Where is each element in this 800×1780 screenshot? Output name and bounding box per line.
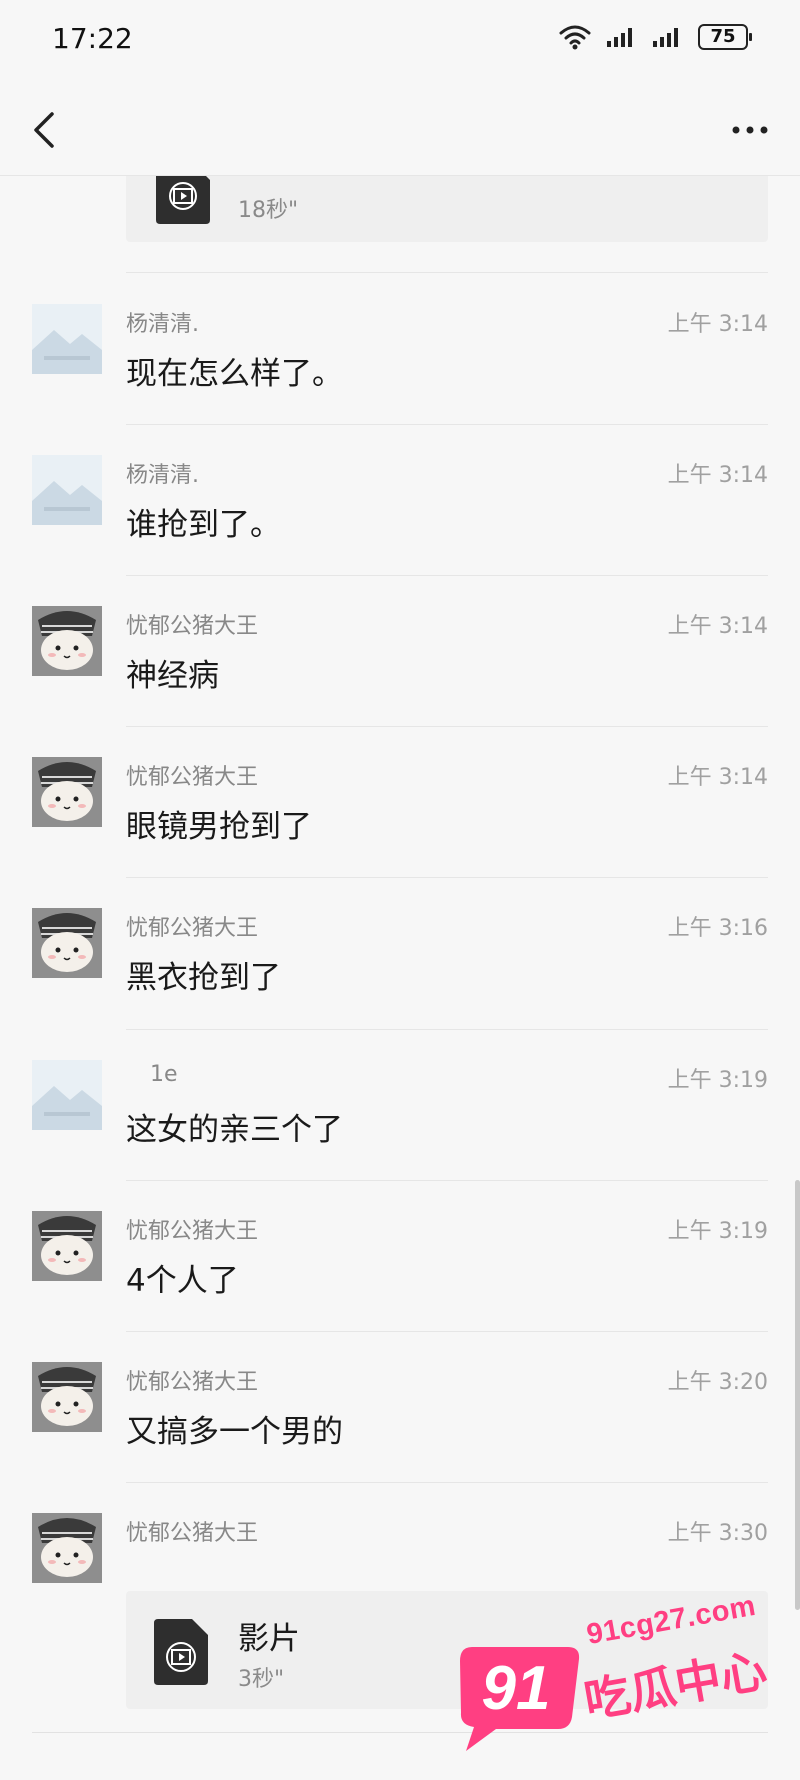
message-text: 4个人了 (126, 1263, 239, 1299)
avatar[interactable] (32, 455, 102, 525)
sender-name: 忧郁公猪大王 (126, 765, 259, 790)
message-time: 上午 3:16 (667, 916, 768, 941)
message-row[interactable]: 忧郁公猪大王 上午 3:16 黑衣抢到了 (0, 878, 800, 1028)
message-time: 上午 3:14 (667, 765, 768, 790)
sender-name: 杨清清. (126, 312, 199, 337)
message-time: 上午 3:14 (667, 312, 768, 337)
message-text: 这女的亲三个了 (126, 1112, 343, 1148)
message-time: 上午 3:14 (667, 614, 768, 639)
message-text: 现在怎么样了。 (126, 356, 343, 392)
avatar[interactable] (32, 908, 102, 978)
divider (126, 272, 768, 273)
avatar[interactable] (32, 1060, 102, 1130)
message-row[interactable]: 忧郁公猪大王 上午 3:14 神经病 (0, 576, 800, 726)
sender-name: 1e (150, 1062, 178, 1087)
avatar[interactable] (32, 304, 102, 374)
message-time: 上午 3:14 (667, 463, 768, 488)
message-row[interactable]: 忧郁公猪大王 上午 3:19 4个人了 (0, 1181, 800, 1331)
message-row[interactable]: 忧郁公猪大王 上午 3:20 又搞多一个男的 (0, 1332, 800, 1482)
video-duration: 18秒" (238, 198, 299, 223)
scrollbar[interactable] (795, 1180, 800, 1610)
message-text: 又搞多一个男的 (126, 1414, 343, 1450)
sender-name: 杨清清. (126, 463, 199, 488)
message-text: 黑衣抢到了 (126, 960, 281, 996)
message-row[interactable]: 杨清清. 上午 3:14 谁抢到了。 (0, 425, 800, 575)
message-text: 谁抢到了。 (126, 507, 281, 543)
chevron-left-icon (34, 112, 54, 148)
video-file-icon (154, 1619, 208, 1689)
message-text: 眼镜男抢到了 (126, 809, 312, 845)
more-options-button[interactable] (728, 110, 772, 150)
message-time: 上午 3:20 (667, 1370, 768, 1395)
message-row[interactable]: 1e 上午 3:19 这女的亲三个了 (0, 1030, 800, 1180)
sender-name: 忧郁公猪大王 (126, 614, 259, 639)
avatar[interactable] (32, 606, 102, 676)
sender-name: 忧郁公猪大王 (126, 916, 259, 941)
message-row[interactable]: 忧郁公猪大王 上午 3:14 眼镜男抢到了 (0, 727, 800, 877)
avatar[interactable] (32, 1513, 102, 1583)
back-button[interactable] (24, 106, 68, 154)
more-horizontal-icon (732, 126, 768, 134)
avatar[interactable] (32, 1362, 102, 1432)
message-time: 上午 3:19 (667, 1068, 768, 1093)
message-list[interactable]: 18秒" 杨清清. 上午 3:14 现在怎么样了。 杨清清. 上午 3:14 谁… (0, 0, 800, 1780)
message-time: 上午 3:30 (667, 1521, 768, 1546)
watermark-badge-text: 91 (482, 1654, 551, 1723)
message-row[interactable]: 杨清清. 上午 3:14 现在怎么样了。 (0, 274, 800, 424)
watermark-badge: 91 (460, 1647, 580, 1751)
video-title: 影片 (238, 1621, 300, 1657)
video-duration: 3秒" (238, 1667, 285, 1692)
message-text: 神经病 (126, 658, 219, 694)
avatar[interactable] (32, 757, 102, 827)
top-nav-bar (0, 84, 800, 176)
message-time: 上午 3:19 (667, 1219, 768, 1244)
sender-name: 忧郁公猪大王 (126, 1370, 259, 1395)
sender-name: 忧郁公猪大王 (126, 1219, 259, 1244)
avatar[interactable] (32, 1211, 102, 1281)
sender-name: 忧郁公猪大王 (126, 1521, 259, 1546)
watermark: 91 91cg27.com 吃瓜中心 (450, 1590, 790, 1765)
